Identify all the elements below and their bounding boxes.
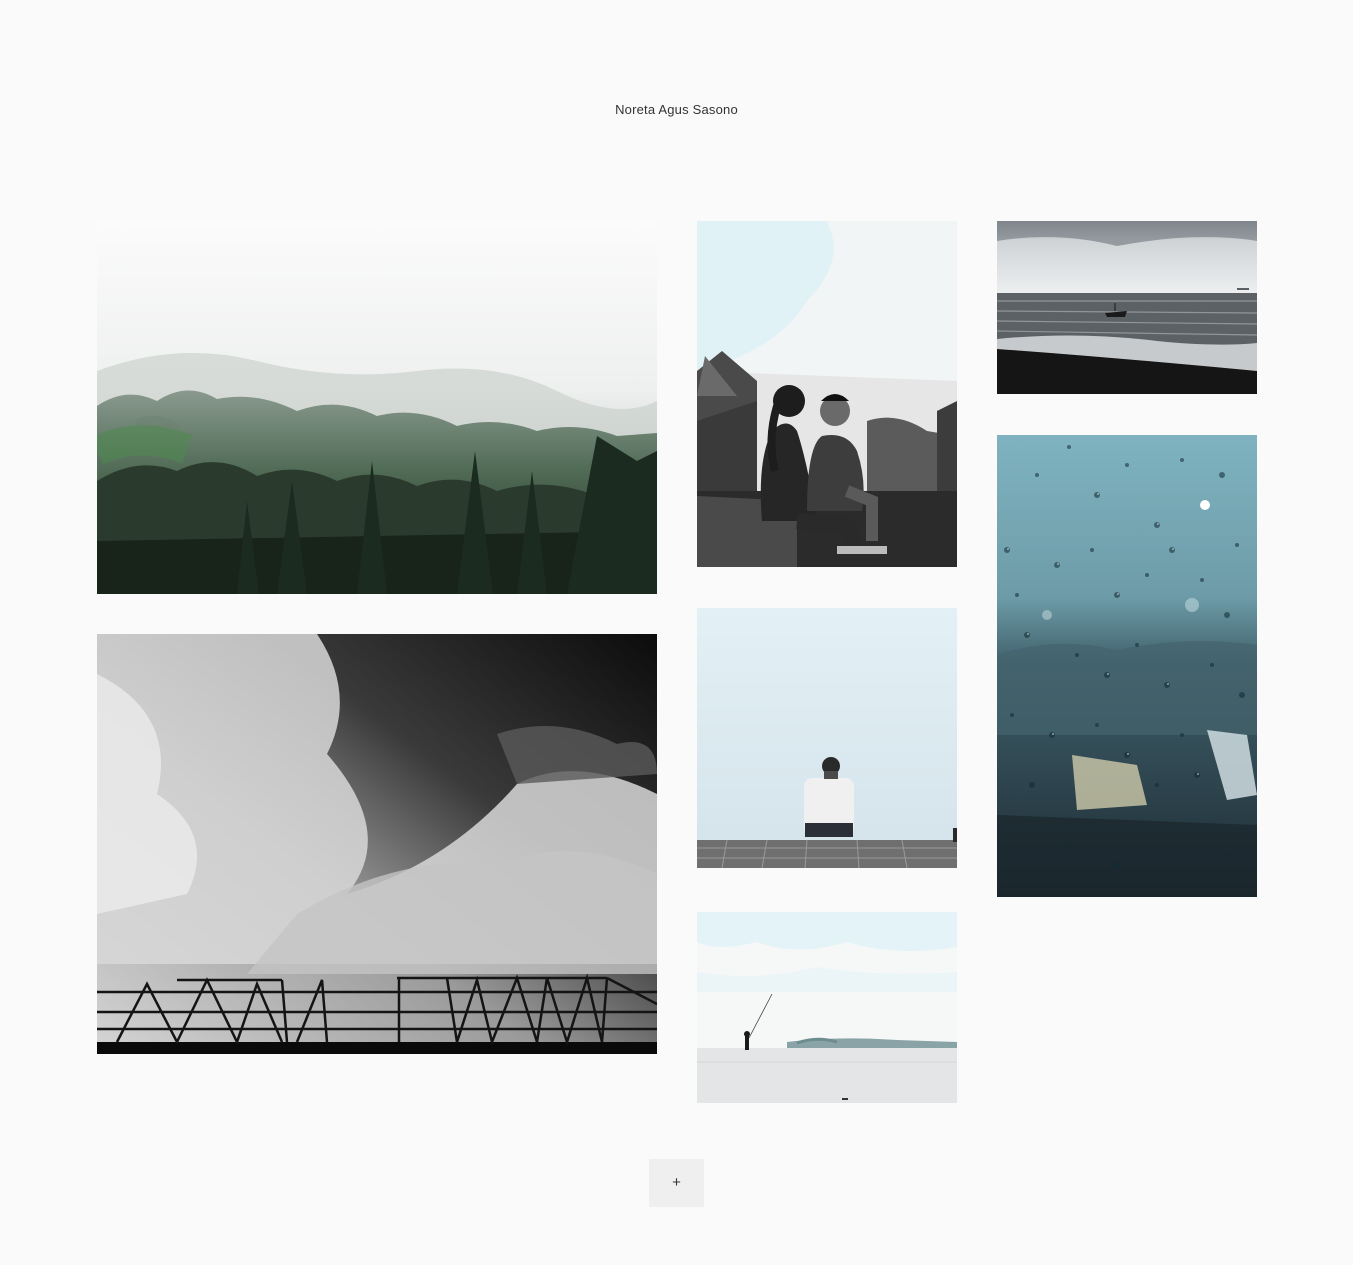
raindrops-image (997, 435, 1257, 897)
photo-raindrops-window[interactable] (997, 435, 1257, 897)
portfolio-page: Noreta Agus Sasono + (0, 0, 1353, 1265)
site-title[interactable]: Noreta Agus Sasono (0, 102, 1353, 117)
photo-couple-sitting[interactable] (697, 221, 957, 567)
man-pier-image (697, 608, 957, 868)
photo-fisherman-beach[interactable] (697, 912, 957, 1103)
fisherman-image (697, 912, 957, 1103)
misty-forest-image (97, 221, 657, 594)
photo-black-white-clouds[interactable] (97, 634, 657, 1054)
couple-image (697, 221, 957, 567)
photo-misty-forest[interactable] (97, 221, 657, 594)
sea-boat-image (997, 221, 1257, 394)
load-more-button[interactable]: + (649, 1159, 704, 1207)
clouds-image (97, 634, 657, 1054)
photo-sea-boat[interactable] (997, 221, 1257, 394)
photo-man-on-pier[interactable] (697, 608, 957, 868)
